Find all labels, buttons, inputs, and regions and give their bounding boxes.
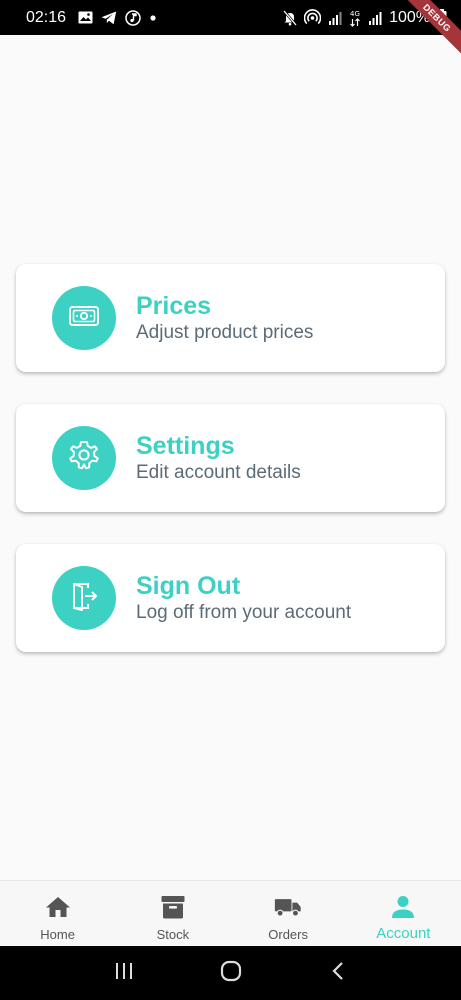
sign-out-subtitle: Log off from your account	[136, 602, 352, 623]
settings-subtitle: Edit account details	[136, 462, 301, 483]
settings-card[interactable]: Settings Edit account details	[16, 404, 445, 512]
person-icon	[389, 893, 417, 921]
prices-card[interactable]: Prices Adjust product prices	[16, 264, 445, 372]
network-4g-icon: 4G	[349, 9, 361, 27]
status-left: 02:16	[26, 9, 157, 27]
account-screen: 02:16 4G 100% DEBUG Prices Adjust produc…	[0, 0, 461, 1000]
hotspot-icon	[304, 9, 322, 26]
telegram-icon	[101, 11, 117, 25]
sign-out-card[interactable]: Sign Out Log off from your account	[16, 544, 445, 652]
music-note-icon	[125, 9, 141, 26]
nav-label-home: Home	[40, 927, 75, 942]
signal-icon-2	[368, 11, 382, 25]
mute-icon	[283, 9, 298, 26]
nav-item-stock[interactable]: Stock	[115, 881, 230, 946]
home-system-button[interactable]	[211, 953, 251, 993]
prices-icon-circle	[52, 286, 116, 350]
recent-apps-icon	[114, 962, 134, 985]
nav-item-home[interactable]: Home	[0, 881, 115, 946]
status-bar: 02:16 4G 100%	[0, 0, 461, 35]
home-icon	[44, 893, 72, 921]
signal-icon	[328, 11, 342, 25]
image-icon	[78, 11, 93, 24]
nav-item-account[interactable]: Account	[346, 881, 461, 946]
back-chevron-icon	[331, 961, 345, 986]
system-nav-bar	[0, 946, 461, 1000]
svg-text:4G: 4G	[350, 10, 360, 18]
nav-label-orders: Orders	[268, 927, 308, 942]
notification-dot-icon	[149, 14, 157, 22]
exit-door-icon	[67, 579, 101, 618]
home-circle-icon	[220, 960, 242, 987]
nav-item-orders[interactable]: Orders	[231, 881, 346, 946]
truck-icon	[274, 893, 302, 921]
prices-subtitle: Adjust product prices	[136, 322, 314, 343]
recent-apps-button[interactable]	[104, 953, 144, 993]
gear-icon	[66, 438, 102, 479]
sign-out-icon-circle	[52, 566, 116, 630]
settings-text: Settings Edit account details	[136, 431, 301, 485]
settings-title: Settings	[136, 432, 235, 460]
status-time: 02:16	[26, 8, 67, 26]
nav-label-stock: Stock	[156, 927, 190, 942]
back-button[interactable]	[318, 953, 358, 993]
sign-out-text: Sign Out Log off from your account	[136, 571, 351, 625]
money-icon	[67, 299, 101, 338]
settings-icon-circle	[52, 426, 116, 490]
prices-title: Prices	[136, 292, 212, 320]
nav-label-account: Account	[376, 925, 431, 942]
archive-box-icon	[159, 893, 187, 921]
sign-out-title: Sign Out	[136, 572, 241, 600]
bottom-nav: Home Stock Orders Account	[0, 880, 461, 946]
prices-text: Prices Adjust product prices	[136, 291, 313, 345]
